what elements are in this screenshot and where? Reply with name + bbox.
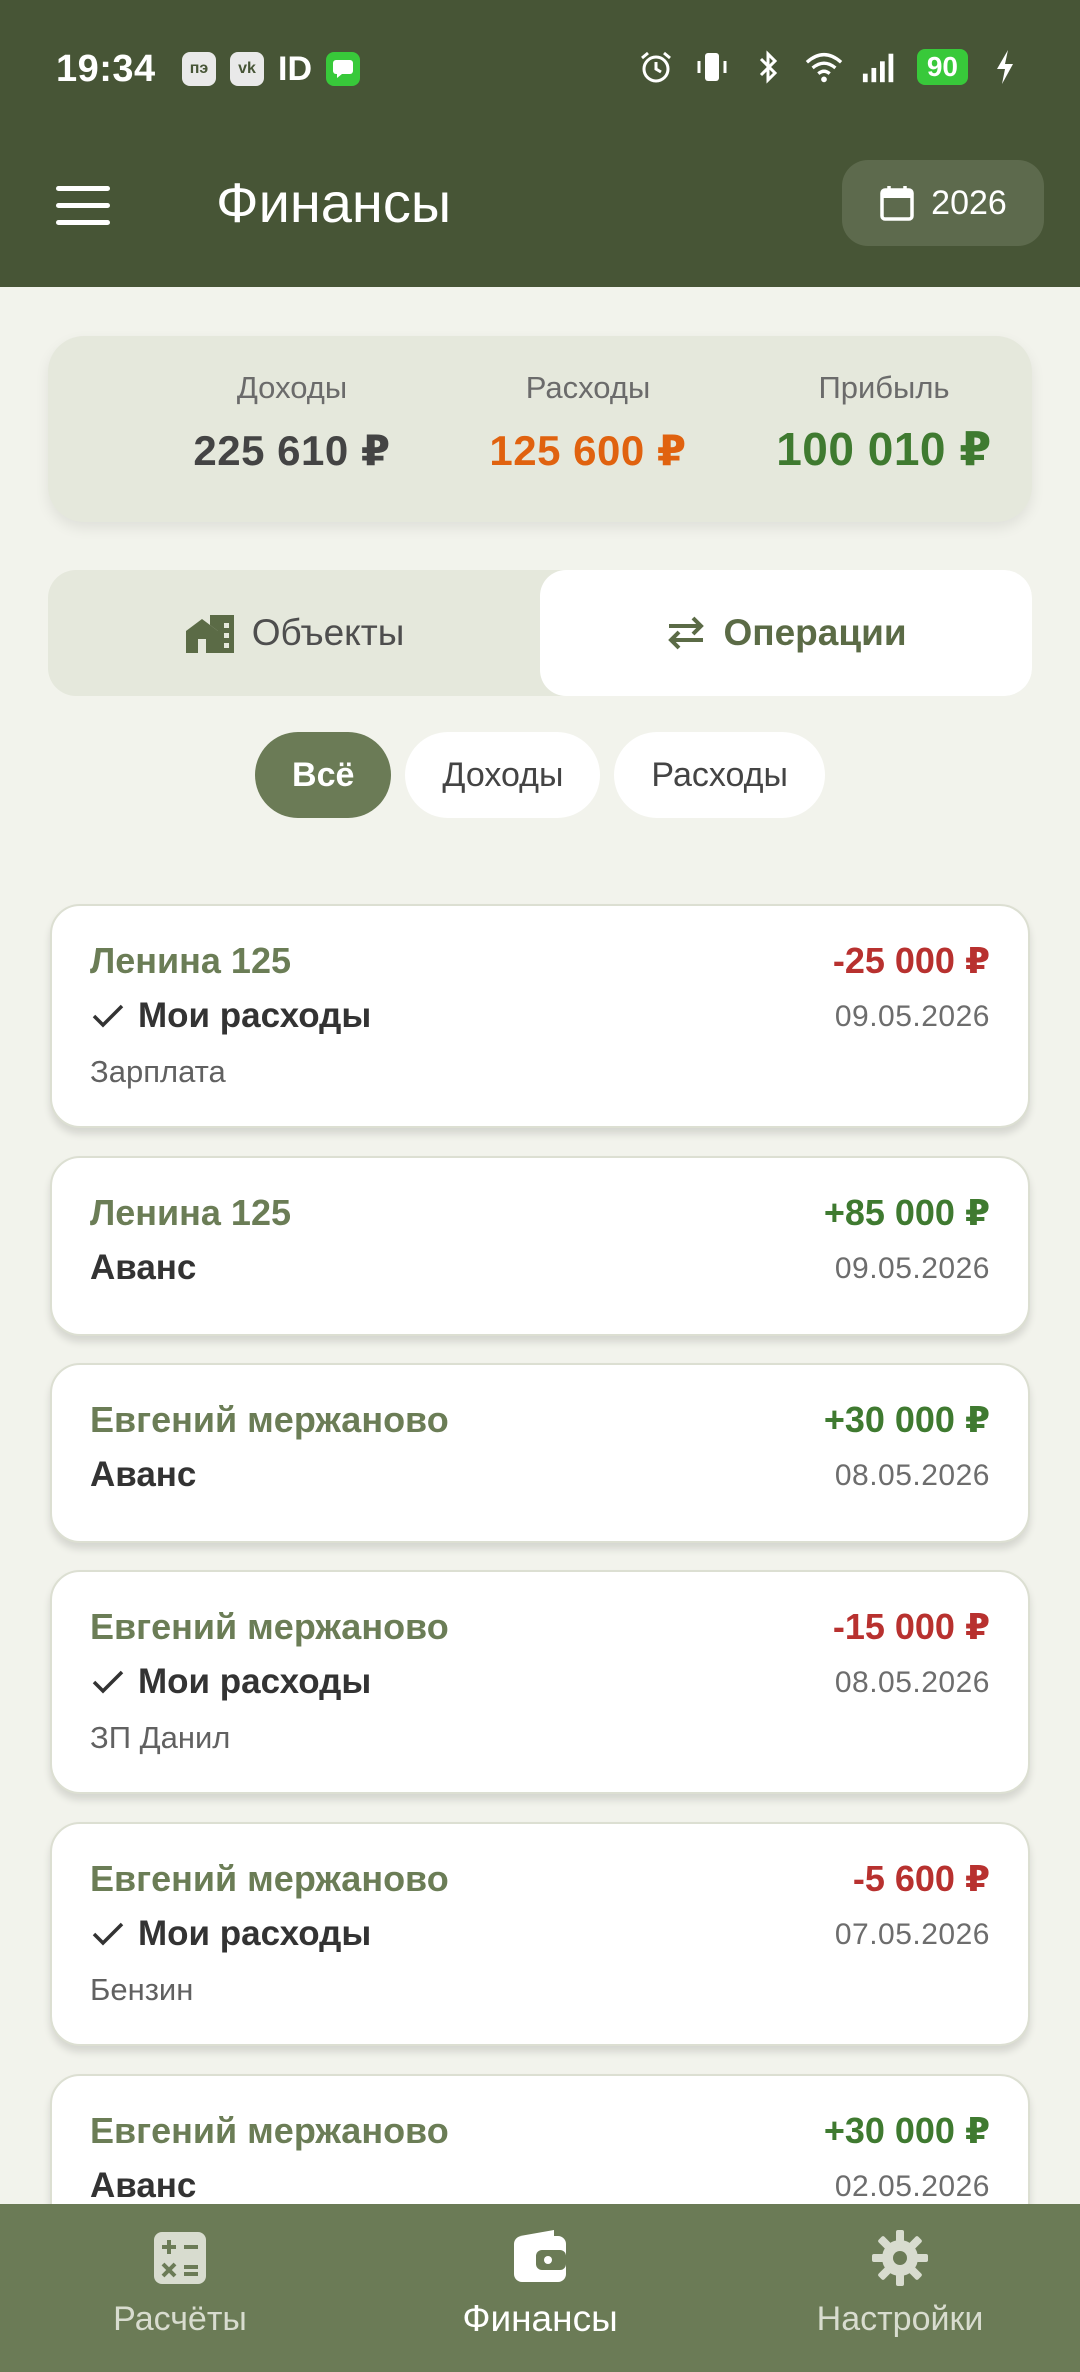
calculator-icon bbox=[154, 2232, 206, 2284]
status-bar: 19:34 пэ vk ID 90 bbox=[0, 0, 1080, 140]
year-label: 2026 bbox=[931, 183, 1007, 222]
operation-date: 09.05.2026 bbox=[834, 1252, 990, 1285]
operation-date: 02.05.2026 bbox=[834, 2170, 990, 2203]
operation-category: Аванс bbox=[90, 1248, 196, 1288]
vk-icon: vk bbox=[230, 52, 264, 86]
operation-date: 08.05.2026 bbox=[834, 1459, 990, 1492]
operation-amount: +30 000 ₽ bbox=[823, 1399, 990, 1440]
operation-category-label: Аванс bbox=[90, 1248, 197, 1287]
nav-calculations[interactable]: Расчёты bbox=[0, 2204, 360, 2372]
check-icon bbox=[92, 1922, 124, 1946]
nav-settings-label: Настройки bbox=[816, 2300, 984, 2338]
nav-settings[interactable]: Настройки bbox=[720, 2204, 1080, 2372]
operation-place: Евгений мержаново bbox=[90, 2110, 449, 2151]
menu-button[interactable] bbox=[56, 186, 112, 230]
tab-objects-label: Объекты bbox=[251, 612, 405, 653]
battery-level: 90 bbox=[916, 49, 968, 85]
signal-icon bbox=[861, 48, 899, 86]
operation-amount: -5 600 ₽ bbox=[852, 1858, 990, 1899]
income-summary: Доходы 225 610 ₽ bbox=[142, 370, 442, 475]
bottom-navigation: Расчёты Финансы Настройки bbox=[0, 2204, 1080, 2372]
transport-app-icon: пэ bbox=[182, 52, 216, 86]
operation-category: Аванс bbox=[90, 1455, 196, 1495]
bluetooth-icon bbox=[749, 48, 787, 86]
notification-icons: пэ vk ID bbox=[182, 49, 360, 88]
wifi-icon bbox=[805, 48, 843, 86]
operation-date: 07.05.2026 bbox=[834, 1918, 990, 1951]
operation-note: Бензин bbox=[90, 1972, 194, 2007]
operation-place: Ленина 125 bbox=[90, 940, 291, 981]
operation-category: Аванс bbox=[90, 2166, 196, 2206]
operation-card[interactable]: Ленина 125 -25 000 ₽ 09.05.2026 Мои расх… bbox=[50, 904, 1030, 1128]
nav-finance-label: Финансы bbox=[462, 2298, 618, 2339]
expenses-value: 125 600 ₽ bbox=[489, 427, 687, 474]
menu-icon-line bbox=[56, 203, 110, 208]
income-value: 225 610 ₽ bbox=[193, 427, 391, 474]
status-time: 19:34 bbox=[56, 48, 156, 90]
menu-icon-line bbox=[56, 186, 110, 191]
operation-note: Зарплата bbox=[90, 1054, 226, 1089]
operation-note: ЗП Данил bbox=[90, 1720, 231, 1755]
gear-icon bbox=[872, 2230, 928, 2286]
expenses-summary: Расходы 125 600 ₽ bbox=[438, 370, 738, 475]
wallet-icon bbox=[514, 2230, 566, 2282]
expenses-label: Расходы bbox=[525, 370, 651, 405]
operation-amount: +30 000 ₽ bbox=[823, 2110, 990, 2151]
operation-category: Мои расходы bbox=[90, 1662, 371, 1702]
profit-summary: Прибыль 100 010 ₽ bbox=[734, 370, 1034, 476]
charging-icon bbox=[986, 48, 1024, 86]
system-icons: 90 bbox=[637, 48, 1024, 86]
id-icon: ID bbox=[278, 49, 312, 88]
tab-objects[interactable]: Объекты bbox=[48, 570, 540, 696]
operation-amount: +85 000 ₽ bbox=[823, 1192, 990, 1233]
filter-chips: Всё Доходы Расходы bbox=[0, 732, 1080, 818]
view-tabs: Объекты Операции bbox=[48, 570, 1032, 696]
message-icon bbox=[326, 52, 360, 86]
app-bar: Финансы 2026 bbox=[0, 140, 1080, 287]
operation-place: Ленина 125 bbox=[90, 1192, 291, 1233]
top-bar: 19:34 пэ vk ID 90 Финансы 2026 bbox=[0, 0, 1080, 287]
operation-amount: -25 000 ₽ bbox=[832, 940, 990, 981]
calendar-icon bbox=[880, 186, 914, 221]
operation-card[interactable]: Евгений мержаново -5 600 ₽ 07.05.2026 Мо… bbox=[50, 1822, 1030, 2046]
alarm-icon bbox=[637, 48, 675, 86]
page-title: Финансы bbox=[216, 171, 452, 234]
operation-card[interactable]: Евгений мержаново -15 000 ₽ 08.05.2026 М… bbox=[50, 1570, 1030, 1794]
profit-label: Прибыль bbox=[818, 370, 950, 405]
summary-card: Доходы 225 610 ₽ Расходы 125 600 ₽ Прибы… bbox=[48, 336, 1032, 522]
vibrate-icon bbox=[693, 48, 731, 86]
operation-category: Мои расходы bbox=[90, 996, 371, 1036]
operation-place: Евгений мержаново bbox=[90, 1399, 449, 1440]
operation-amount: -15 000 ₽ bbox=[832, 1606, 990, 1647]
nav-calculations-label: Расчёты bbox=[113, 2300, 247, 2338]
operation-category-label: Мои расходы bbox=[138, 996, 372, 1035]
filter-all[interactable]: Всё bbox=[255, 732, 392, 818]
operation-card[interactable]: Ленина 125 +85 000 ₽ 09.05.2026 Аванс bbox=[50, 1156, 1030, 1336]
operation-card[interactable]: Евгений мержаново +30 000 ₽ 08.05.2026 А… bbox=[50, 1363, 1030, 1543]
operation-date: 09.05.2026 bbox=[834, 1000, 990, 1033]
swap-arrows-icon bbox=[668, 616, 705, 650]
check-icon bbox=[92, 1004, 124, 1028]
operation-category-label: Аванс bbox=[90, 1455, 197, 1494]
operation-category-label: Мои расходы bbox=[138, 1914, 372, 1953]
operation-category: Мои расходы bbox=[90, 1914, 371, 1954]
operation-place: Евгений мержаново bbox=[90, 1606, 449, 1647]
operation-category-label: Мои расходы bbox=[138, 1662, 372, 1701]
filter-expenses[interactable]: Расходы bbox=[614, 732, 825, 818]
check-icon bbox=[92, 1670, 124, 1694]
tab-operations[interactable]: Операции bbox=[540, 570, 1032, 696]
profit-value: 100 010 ₽ bbox=[776, 423, 992, 475]
filter-income[interactable]: Доходы bbox=[405, 732, 601, 818]
menu-icon-line bbox=[56, 220, 110, 225]
operation-date: 08.05.2026 bbox=[834, 1666, 990, 1699]
year-picker-button[interactable]: 2026 bbox=[842, 160, 1044, 246]
buildings-icon bbox=[185, 615, 234, 653]
tab-operations-label: Операции bbox=[723, 612, 907, 653]
operation-place: Евгений мержаново bbox=[90, 1858, 449, 1899]
operation-category-label: Аванс bbox=[90, 2166, 197, 2205]
nav-finance[interactable]: Финансы bbox=[360, 2204, 720, 2372]
income-label: Доходы bbox=[236, 370, 348, 405]
